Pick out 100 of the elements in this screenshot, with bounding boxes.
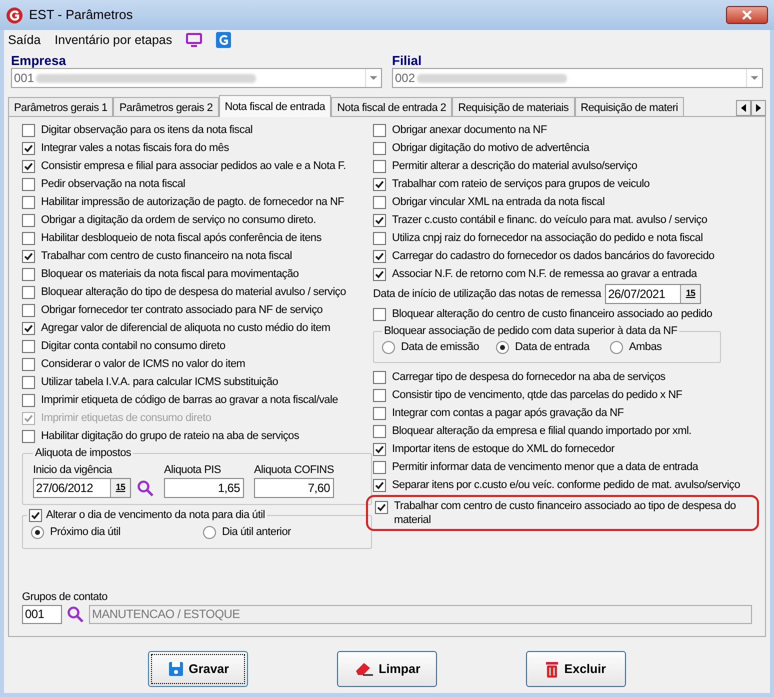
option-label: Trabalhar com centro de custo financeiro associado ao tipo de despesa do material <box>394 498 737 526</box>
checkbox[interactable] <box>22 340 35 352</box>
checkbox[interactable] <box>22 178 35 190</box>
group-title: Alterar o dia de vencimento da nota para dia útil <box>46 508 265 523</box>
checkbox[interactable] <box>373 479 386 492</box>
checkbox[interactable] <box>22 124 35 136</box>
checkbox[interactable] <box>22 286 35 298</box>
option-label: Permitir alterar a descrição do material avulso/serviço <box>392 158 638 174</box>
date-field[interactable]: 27/06/2012 15 <box>33 478 131 498</box>
cofins-rate-field[interactable]: 7,60 <box>254 478 334 498</box>
checkbox[interactable] <box>373 308 386 320</box>
checkbox[interactable] <box>373 371 386 384</box>
checkbox[interactable] <box>22 268 35 280</box>
option-label: Utilizar tabela I.V.A. para calcular ICMS substituição <box>41 374 278 390</box>
checkbox[interactable] <box>373 461 386 474</box>
field-label: Grupos de contato <box>22 590 108 604</box>
checkbox[interactable] <box>22 394 35 406</box>
checkbox[interactable] <box>373 178 386 190</box>
logo-icon <box>6 6 23 24</box>
option-label: Bloquear alteração do centro de custo financeiro associado ao pedido <box>392 306 712 322</box>
company-select[interactable]: 001 <box>11 68 382 88</box>
field-label: Aliquota COFINS <box>254 462 334 478</box>
search-icon[interactable] <box>67 606 84 623</box>
calendar-button[interactable]: 15 <box>680 285 700 303</box>
option-label: Obrigar anexar documento na NF <box>392 122 547 138</box>
checkbox[interactable] <box>373 407 386 420</box>
option-label: Importar itens de estoque do XML do fornecedor <box>392 442 614 458</box>
checkbox[interactable] <box>373 124 386 136</box>
option-label: Carregar do cadastro do fornecedor os dados bancários do favorecido <box>392 248 714 264</box>
checkbox[interactable] <box>375 500 388 514</box>
option-label: Obrigar fornecedor ter contrato associado para NF de serviço <box>41 302 323 318</box>
save-button[interactable]: Gravar <box>148 651 248 687</box>
tab[interactable]: Nota fiscal de entrada <box>218 95 332 117</box>
calendar-button[interactable]: 15 <box>110 479 130 497</box>
option-label: Obrigar vincular XML na entrada da nota fiscal <box>392 194 605 210</box>
option-label: Próximo dia útil <box>50 525 120 540</box>
option-label: Bloquear os materiais da nota fiscal para movimentação <box>41 266 299 282</box>
checkbox[interactable] <box>22 430 35 442</box>
search-icon[interactable] <box>137 480 154 496</box>
tab[interactable]: Parâmetros gerais 1 <box>8 97 114 116</box>
checkbox[interactable] <box>22 142 35 154</box>
clear-button[interactable]: Limpar <box>336 651 437 687</box>
option-label: Pedir observação na nota fiscal <box>41 176 186 192</box>
checkbox[interactable] <box>22 160 35 172</box>
checkbox[interactable] <box>373 268 386 280</box>
option-label: Obrigar digitação do motivo de advertência <box>392 140 590 156</box>
checkbox[interactable] <box>373 232 386 244</box>
option-label: Integrar com contas a pagar após gravação da NF <box>392 406 624 422</box>
checkbox[interactable] <box>373 142 386 154</box>
checkbox[interactable] <box>373 160 386 172</box>
company-select[interactable]: 002 <box>392 68 763 88</box>
option-label: Consistir empresa e filial para associar pedidos ao vale e a Nota F. <box>41 158 346 174</box>
option-label: Ambas <box>629 340 662 356</box>
checkbox[interactable] <box>22 214 35 226</box>
eraser-icon <box>354 661 374 677</box>
option-label: Utiliza cnpj raiz do fornecedor na associação do pedido e nota fiscal <box>392 230 703 246</box>
checkbox[interactable] <box>373 214 386 226</box>
tab-scroll-right-button[interactable] <box>751 100 766 116</box>
option-label: Carregar tipo de despesa do fornecedor na aba de serviços <box>392 370 666 386</box>
delete-button[interactable]: Excluir <box>526 651 626 687</box>
checkbox[interactable] <box>22 322 35 334</box>
option-label: Considerar o valor de ICMS no valor do item <box>41 356 246 372</box>
checkbox[interactable] <box>373 196 386 208</box>
option-label: Agregar valor de diferencial de aliquota no custo médio do item <box>41 320 330 336</box>
checkbox[interactable] <box>373 443 386 456</box>
tab[interactable]: Parâmetros gerais 2 <box>113 97 219 116</box>
checkbox[interactable] <box>22 376 35 388</box>
radio-button[interactable] <box>203 526 216 539</box>
left-arrow-icon <box>740 104 746 112</box>
close-button[interactable] <box>726 6 768 24</box>
option-label: Habilitar digitação do grupo de rateio na aba de serviços <box>41 428 300 444</box>
checkbox[interactable] <box>22 232 35 244</box>
checkbox[interactable] <box>373 425 386 438</box>
checkbox[interactable] <box>29 508 42 522</box>
tab[interactable]: Requisição de materi <box>574 97 684 116</box>
group-title: Bloquear associação de pedido com data superior à data da NF <box>383 324 678 339</box>
checkbox[interactable] <box>22 304 35 316</box>
option-label: Separar itens por c.custo e/ou veíc. conforme pedido de mat. avulso/serviço <box>392 478 740 494</box>
radio-button[interactable] <box>496 341 509 354</box>
radio-button[interactable] <box>610 341 623 354</box>
checkbox[interactable] <box>22 250 35 262</box>
code-field[interactable]: 001 <box>22 605 62 624</box>
field-label: Data de início de utilização das notas de remessa <box>373 286 602 302</box>
checkbox[interactable] <box>373 250 386 262</box>
app-logo-icon[interactable] <box>216 32 232 48</box>
option-label: Permitir informar data de vencimento menor que a data de entrada <box>392 460 698 476</box>
pis-rate-field[interactable]: 1,65 <box>164 478 244 498</box>
checkbox[interactable] <box>22 358 35 370</box>
tab[interactable]: Nota fiscal de entrada 2 <box>331 97 452 116</box>
tab-scroll-left-button[interactable] <box>736 100 751 116</box>
checkbox[interactable] <box>22 196 35 208</box>
checkbox[interactable] <box>373 389 386 402</box>
monitor-icon[interactable] <box>186 33 202 47</box>
radio-button[interactable] <box>382 341 395 354</box>
tab[interactable]: Requisição de materiais <box>452 97 575 116</box>
radio-button[interactable] <box>31 526 44 539</box>
menu-item[interactable]: Saída <box>8 30 41 50</box>
menu-item[interactable]: Inventário por etapas <box>54 30 172 50</box>
date-field[interactable]: 26/07/2021 15 <box>605 284 702 304</box>
field-label: Aliquota PIS <box>164 462 222 478</box>
